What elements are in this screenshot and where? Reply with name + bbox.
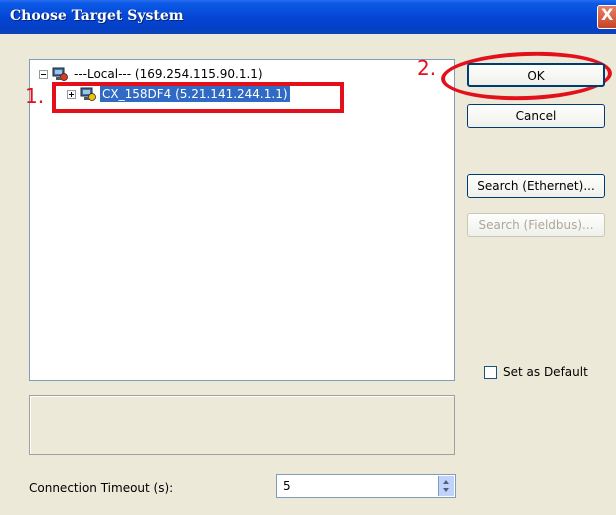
connection-timeout-label: Connection Timeout (s): xyxy=(29,481,174,495)
dialog-title: Choose Target System xyxy=(10,8,184,24)
network-computer-icon xyxy=(52,67,68,81)
annotation-step-1: 1. xyxy=(25,84,45,108)
tree-item-label: ---Local--- (169.254.115.90.1.1) xyxy=(74,67,263,81)
search-ethernet-button[interactable]: Search (Ethernet)... xyxy=(467,174,605,198)
close-icon: X xyxy=(601,5,614,24)
cancel-button[interactable]: Cancel xyxy=(467,104,605,128)
spin-up-icon[interactable] xyxy=(443,480,449,484)
annotation-highlight-box xyxy=(52,82,344,113)
set-as-default-label: Set as Default xyxy=(503,365,588,379)
collapse-icon[interactable] xyxy=(39,69,48,79)
ok-button[interactable]: OK xyxy=(467,63,605,87)
close-button[interactable]: X xyxy=(597,5,616,29)
connection-timeout-spinner[interactable]: 5 xyxy=(276,474,456,498)
tree-item-local[interactable]: ---Local--- (169.254.115.90.1.1) xyxy=(39,65,265,83)
spin-down-icon[interactable] xyxy=(443,488,449,492)
search-fieldbus-button: Search (Fieldbus)... xyxy=(467,213,605,237)
info-panel xyxy=(29,395,455,455)
annotation-step-2: 2. xyxy=(417,56,437,80)
connection-timeout-value[interactable]: 5 xyxy=(283,479,291,493)
spinner-buttons[interactable] xyxy=(438,476,454,496)
set-as-default-checkbox[interactable] xyxy=(484,365,497,379)
choose-target-system-dialog: Choose Target System X ---Local--- (169.… xyxy=(0,0,616,515)
title-bar: Choose Target System X xyxy=(0,0,616,34)
set-as-default-option[interactable]: Set as Default xyxy=(484,365,588,379)
